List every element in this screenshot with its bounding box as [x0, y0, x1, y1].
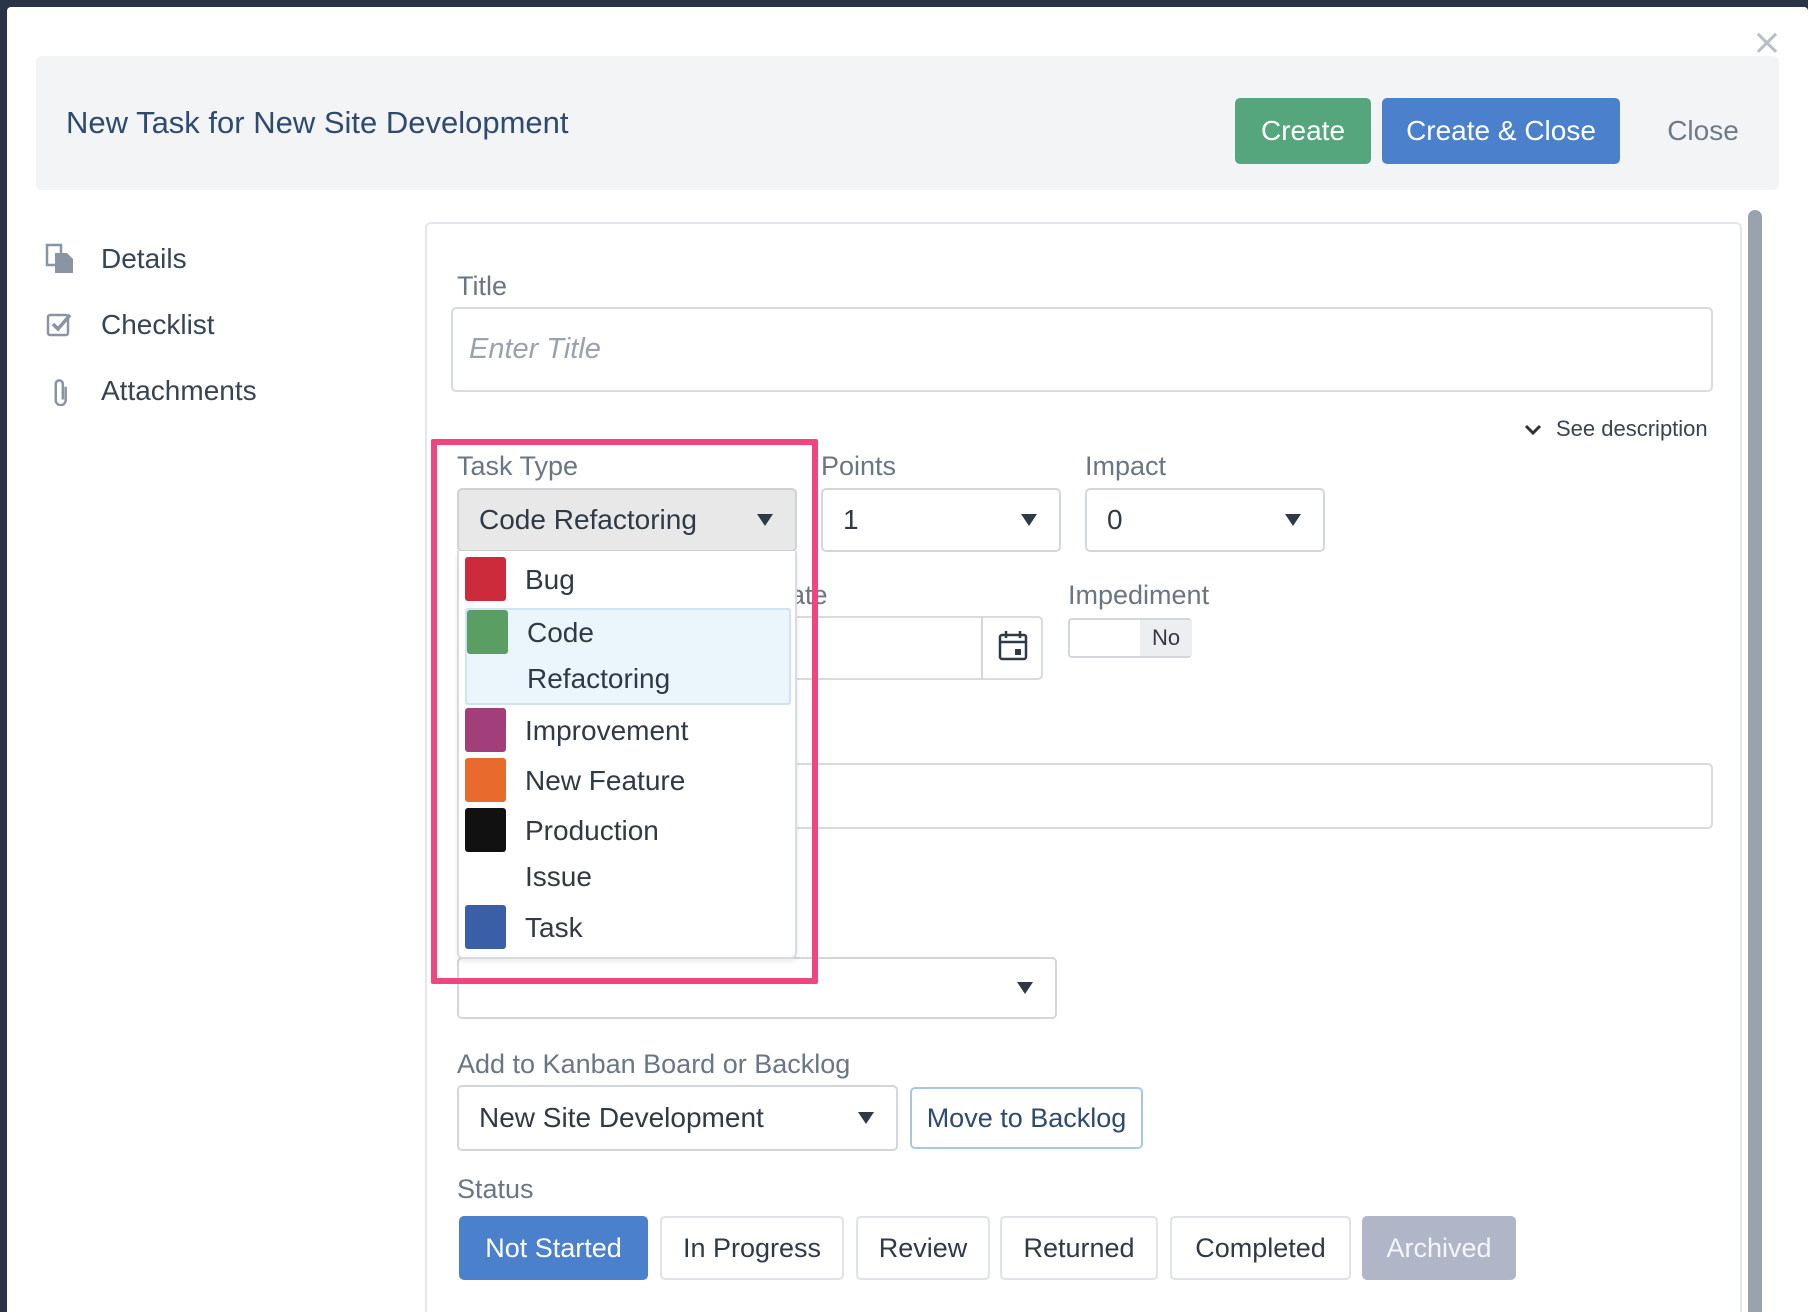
- points-value: 1: [843, 504, 859, 535]
- status-archived-button[interactable]: Archived: [1362, 1216, 1516, 1280]
- create-button[interactable]: Create: [1235, 98, 1371, 164]
- points-select[interactable]: 1: [821, 488, 1061, 552]
- sidenav-label: Details: [101, 243, 187, 274]
- task-type-select[interactable]: Code Refactoring: [457, 488, 797, 552]
- status-not-started-button[interactable]: Not Started: [459, 1216, 648, 1280]
- caret-down-icon: [1021, 514, 1037, 526]
- kanban-value: New Site Development: [479, 1102, 764, 1133]
- kanban-select[interactable]: New Site Development: [457, 1085, 898, 1151]
- close-button[interactable]: Close: [1636, 98, 1770, 164]
- modal-header: New Task for New Site Development Create…: [36, 56, 1779, 190]
- option-label: Production Issue: [525, 815, 659, 892]
- option-label: Bug: [525, 564, 575, 595]
- calendar-button[interactable]: [981, 617, 1043, 679]
- sidenav-item-attachments[interactable]: Attachments: [45, 358, 385, 424]
- assignee-select[interactable]: [457, 957, 1057, 1019]
- color-swatch: [465, 758, 506, 802]
- status-review-button[interactable]: Review: [856, 1216, 990, 1280]
- status-returned-button[interactable]: Returned: [1000, 1216, 1158, 1280]
- modal-title: New Task for New Site Development: [66, 105, 569, 140]
- caret-down-icon: [858, 1112, 874, 1124]
- option-label: Improvement: [525, 715, 689, 746]
- color-swatch: [467, 610, 508, 654]
- documents-icon: [45, 243, 101, 275]
- side-navigation: Details Checklist Attachments: [45, 226, 385, 424]
- task-type-dropdown: Bug Code Refactoring Improvement New Fea…: [457, 551, 797, 959]
- status-label: Status: [457, 1174, 534, 1204]
- kanban-label: Add to Kanban Board or Backlog: [457, 1049, 851, 1079]
- impediment-value: No: [1140, 620, 1192, 656]
- color-swatch: [465, 708, 506, 752]
- color-swatch: [465, 808, 506, 852]
- caret-down-icon: [1017, 982, 1033, 994]
- option-label: Code Refactoring: [527, 617, 671, 694]
- impediment-label: Impediment: [1068, 580, 1210, 610]
- task-type-option-task[interactable]: Task: [465, 905, 791, 951]
- chevron-down-icon: [1524, 416, 1542, 442]
- impediment-toggle[interactable]: No: [1068, 618, 1192, 658]
- sidenav-item-checklist[interactable]: Checklist: [45, 292, 385, 358]
- title-input[interactable]: Enter Title: [451, 307, 1713, 392]
- impact-select[interactable]: 0: [1085, 488, 1325, 552]
- task-type-label: Task Type: [457, 451, 579, 481]
- move-to-backlog-button[interactable]: Move to Backlog: [910, 1087, 1143, 1149]
- task-type-value: Code Refactoring: [479, 504, 697, 535]
- caret-down-icon: [1285, 514, 1301, 526]
- sidenav-item-details[interactable]: Details: [45, 226, 385, 292]
- option-label: New Feature: [525, 765, 686, 796]
- status-in-progress-button[interactable]: In Progress: [660, 1216, 844, 1280]
- task-type-option-production-issue[interactable]: Production Issue: [465, 808, 791, 900]
- color-swatch: [465, 557, 506, 601]
- checkbox-icon: [45, 310, 101, 340]
- scrollbar[interactable]: [1748, 210, 1762, 1312]
- status-completed-button[interactable]: Completed: [1170, 1216, 1351, 1280]
- see-description-label: See description: [1556, 416, 1708, 441]
- calendar-icon: [998, 630, 1028, 667]
- task-type-option-improvement[interactable]: Improvement: [465, 708, 791, 754]
- task-type-option-bug[interactable]: Bug: [465, 557, 791, 603]
- create-and-close-button[interactable]: Create & Close: [1382, 98, 1620, 164]
- color-swatch: [465, 905, 506, 949]
- text-input[interactable]: [783, 763, 1713, 829]
- paperclip-icon: [45, 376, 101, 406]
- title-label: Title: [457, 271, 508, 301]
- task-type-option-new-feature[interactable]: New Feature: [465, 758, 791, 804]
- impact-label: Impact: [1085, 451, 1167, 481]
- task-type-option-code-refactoring[interactable]: Code Refactoring: [465, 608, 791, 705]
- option-label: Task: [525, 912, 583, 943]
- impact-value: 0: [1107, 504, 1123, 535]
- sidenav-label: Attachments: [101, 375, 257, 406]
- points-label: Points: [821, 451, 897, 481]
- sidenav-label: Checklist: [101, 309, 215, 340]
- caret-down-icon: [757, 514, 773, 526]
- see-description-toggle[interactable]: See description: [1524, 416, 1708, 442]
